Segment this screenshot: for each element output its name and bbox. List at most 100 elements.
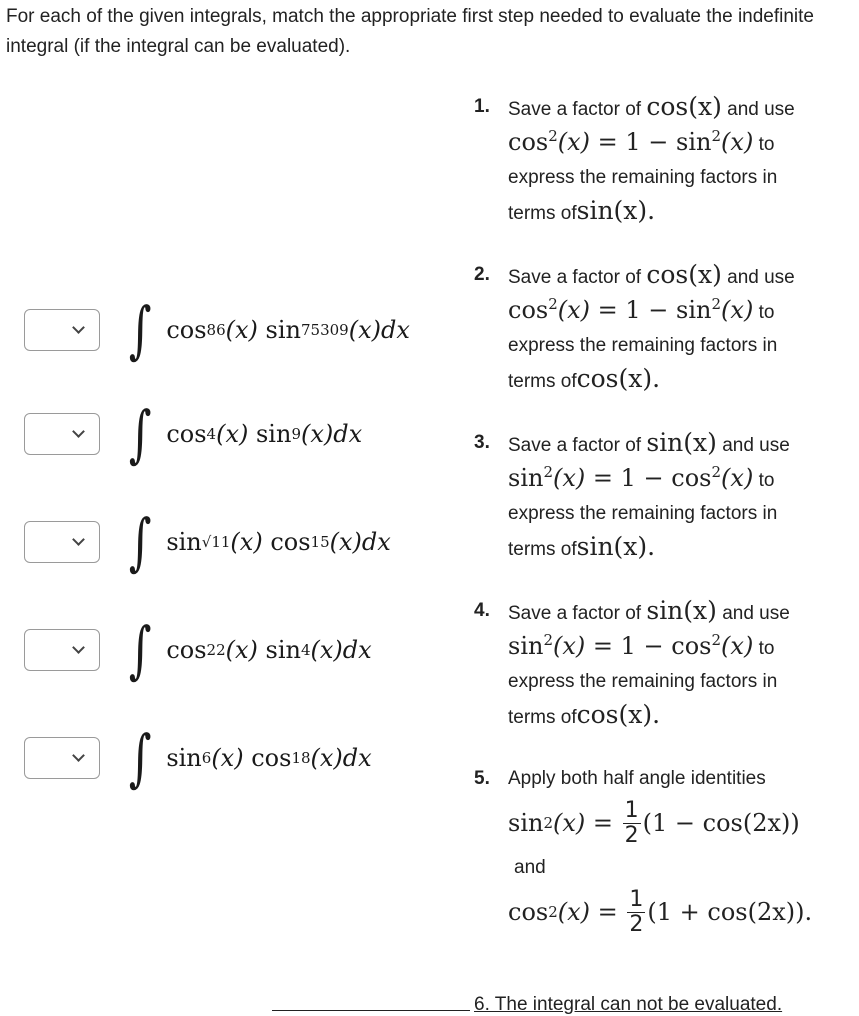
fn2: sin — [265, 636, 301, 664]
fn: sin — [676, 296, 712, 324]
rhs: (1 + cos(2x)). — [647, 897, 813, 926]
fn2: sin — [255, 420, 292, 448]
text: and use — [727, 99, 795, 120]
math: cos(x) — [646, 260, 722, 289]
option-number: 2. — [474, 264, 490, 285]
match-select-2[interactable] — [24, 413, 100, 455]
match-select-3[interactable] — [24, 521, 100, 563]
integral-sign: ∫ — [128, 613, 152, 686]
math: sin(x). — [576, 196, 656, 225]
text: and use — [722, 603, 790, 624]
arg: (x) — [300, 420, 334, 448]
text: Save a factor of — [508, 99, 642, 120]
identity: sin2(x) = 1 − cos2(x) — [508, 463, 754, 492]
identity: sin2(x) = 1 − cos2(x) — [508, 631, 754, 660]
text: terms of — [508, 203, 577, 224]
fn1: cos — [166, 636, 207, 664]
integral-expression: ∫ sin √11 (x) cos 15 (x) dx — [128, 505, 391, 578]
match-select-5[interactable] — [24, 737, 100, 779]
option-4: 4. Save a factor of sin(x) and use sin2(… — [474, 594, 854, 734]
text: terms of — [508, 707, 577, 728]
fn1: cos — [166, 316, 207, 344]
text: terms of — [508, 539, 577, 560]
fn1: sin — [166, 744, 202, 772]
text: express the remaining factors in — [508, 671, 778, 692]
text: and use — [722, 435, 790, 456]
numerator: 1 — [627, 886, 646, 913]
option-1: 1. Save a factor of cos(x) and use cos2(… — [474, 90, 854, 230]
denominator: 2 — [629, 911, 644, 937]
integral-row-5: ∫ sin 6 (x) cos 18 (x) dx — [24, 721, 372, 794]
arg: (x) — [216, 420, 249, 448]
fn1: cos — [166, 420, 207, 448]
option-6: 6. The integral can not be evaluated. — [474, 994, 783, 1015]
option-number: 4. — [474, 600, 490, 621]
integral-row-2: ∫ cos 4 (x) sin 9 (x) dx — [24, 397, 363, 470]
fn: cos — [508, 897, 549, 926]
fn: sin — [676, 128, 712, 156]
fn: cos — [671, 632, 712, 660]
chevron-down-icon — [72, 321, 85, 334]
option-number: 3. — [474, 432, 490, 453]
math: sin(x) — [646, 596, 717, 625]
fn: cos — [508, 128, 549, 156]
text: Apply both half angle identities — [508, 768, 766, 789]
option-2: 2. Save a factor of cos(x) and use cos2(… — [474, 258, 854, 398]
fn: cos — [508, 296, 549, 324]
math: sin(x). — [576, 532, 656, 561]
chevron-down-icon — [72, 425, 85, 438]
fn: sin — [508, 632, 544, 660]
arg: (x) — [225, 636, 258, 664]
arg: (x) — [211, 744, 244, 772]
math: cos(x). — [576, 364, 661, 393]
dx: dx — [361, 528, 391, 556]
dx: dx — [342, 744, 372, 772]
dx: dx — [380, 316, 410, 344]
math: cos(x). — [576, 700, 661, 729]
integral-expression: ∫ sin 6 (x) cos 18 (x) dx — [128, 721, 372, 794]
integral-row-4: ∫ cos 22 (x) sin 4 (x) dx — [24, 613, 372, 686]
option-number: 1. — [474, 96, 490, 117]
integral-expression: ∫ cos 4 (x) sin 9 (x) dx — [128, 397, 363, 470]
text: Save a factor of — [508, 435, 642, 456]
fn2: sin — [265, 316, 301, 344]
arg: (x) — [230, 528, 263, 556]
text: and — [514, 857, 546, 878]
integral-sign: ∫ — [128, 721, 152, 794]
chevron-down-icon — [72, 641, 85, 654]
dx: dx — [333, 420, 363, 448]
integral-row-1: ∫ cos 86 (x) sin 75309 (x) dx — [24, 293, 410, 366]
text: express the remaining factors in — [508, 167, 778, 188]
text: to — [758, 638, 775, 659]
fn1: sin — [166, 528, 202, 556]
text: to — [758, 134, 775, 155]
match-select-4[interactable] — [24, 629, 100, 671]
fraction: 12 — [622, 798, 641, 848]
integral-sign: ∫ — [128, 505, 152, 578]
dx: dx — [342, 636, 372, 664]
identity: cos2(x) = 1 − sin2(x) — [508, 295, 754, 324]
text: terms of — [508, 371, 577, 392]
text: and use — [727, 267, 795, 288]
chevron-down-icon — [72, 749, 85, 762]
chevron-down-icon — [72, 533, 85, 546]
text: to — [758, 470, 775, 491]
text: to — [758, 302, 775, 323]
text: express the remaining factors in — [508, 335, 778, 356]
math: cos(x) — [646, 92, 722, 121]
math: sin(x) — [646, 428, 717, 457]
identity: cos2(x) = 1 − sin2(x) — [508, 127, 754, 156]
fn: cos — [671, 464, 712, 492]
denominator: 2 — [624, 822, 639, 848]
match-select-1[interactable] — [24, 309, 100, 351]
text: Save a factor of — [508, 267, 642, 288]
integral-expression: ∫ cos 22 (x) sin 4 (x) dx — [128, 613, 372, 686]
text: Save a factor of — [508, 603, 642, 624]
option-3: 3. Save a factor of sin(x) and use sin2(… — [474, 426, 854, 566]
integral-row-3: ∫ sin √11 (x) cos 15 (x) dx — [24, 505, 391, 578]
arg: (x) — [329, 528, 362, 556]
half-angle-sin: sin 2 (x) = 12 (1 − cos(2x)) — [508, 797, 800, 848]
integral-expression: ∫ cos 86 (x) sin 75309 (x) dx — [128, 293, 410, 366]
fn2: cos — [251, 744, 292, 772]
fn2: cos — [270, 528, 311, 556]
